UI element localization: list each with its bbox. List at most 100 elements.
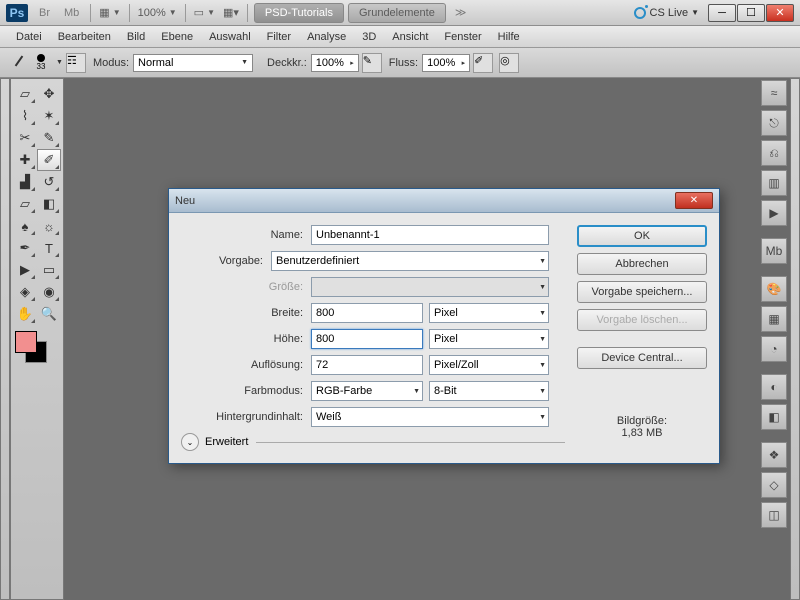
brush-tool[interactable]: ✐	[37, 149, 61, 171]
tools-panel: ▱✥ ⌇✶ ✂✎ ✚✐ ▟↺ ▱◧ ♠☼ ✒T ▶▭ ◈◉ ✋🔍	[10, 78, 64, 600]
advanced-toggle[interactable]: ⌄	[181, 433, 199, 451]
menu-filter[interactable]: Filter	[259, 29, 299, 45]
dialog-close-button[interactable]: ✕	[675, 192, 713, 209]
bridge-button[interactable]: Br	[33, 4, 56, 22]
dialog-title: Neu	[175, 195, 195, 207]
foreground-swatch[interactable]	[15, 331, 37, 353]
arrange-dropdown[interactable]: ▦▼	[95, 4, 124, 21]
masks-panel-icon[interactable]: ◐	[761, 374, 787, 400]
workspace-tab-grund[interactable]: Grundelemente	[348, 3, 446, 23]
blur-tool[interactable]: ♠	[13, 215, 37, 237]
actions-icon[interactable]: ▶	[761, 200, 787, 226]
menu-analyse[interactable]: Analyse	[299, 29, 354, 45]
bgcontent-select[interactable]: Weiß▼	[311, 407, 549, 427]
color-swatches[interactable]	[13, 331, 53, 371]
channels-panel-icon[interactable]: ◇	[761, 472, 787, 498]
crop-tool[interactable]: ✂	[13, 127, 37, 149]
height-input[interactable]	[311, 329, 423, 349]
brush-preset-picker[interactable]: 33	[32, 54, 50, 72]
width-input[interactable]	[311, 303, 423, 323]
separator	[90, 4, 91, 22]
cancel-button[interactable]: Abbrechen	[577, 253, 707, 275]
minibridge-button[interactable]: Mb	[58, 4, 85, 22]
3d-camera-tool[interactable]: ◉	[37, 281, 61, 303]
opacity-input[interactable]: 100%▸	[311, 54, 359, 72]
healing-tool[interactable]: ✚	[13, 149, 37, 171]
stamp-tool[interactable]: ▟	[13, 171, 37, 193]
history-brush-tool[interactable]: ↺	[37, 171, 61, 193]
more-workspaces[interactable]: ≫	[449, 3, 473, 22]
menu-auswahl[interactable]: Auswahl	[201, 29, 259, 45]
close-button[interactable]: ✕	[766, 4, 794, 22]
menu-ansicht[interactable]: Ansicht	[384, 29, 436, 45]
resolution-unit-select[interactable]: Pixel/Zoll▼	[429, 355, 549, 375]
divider	[256, 442, 565, 443]
ok-button[interactable]: OK	[577, 225, 707, 247]
flow-input[interactable]: 100%▸	[422, 54, 470, 72]
colormode-select[interactable]: RGB-Farbe▼	[311, 381, 423, 401]
gradient-tool[interactable]: ◧	[37, 193, 61, 215]
tool-preset-icon[interactable]	[8, 53, 28, 73]
workspace-tab-psd[interactable]: PSD-Tutorials	[254, 3, 344, 23]
minimize-button[interactable]: ─	[708, 4, 736, 22]
name-input[interactable]	[311, 225, 549, 245]
menu-bearbeiten[interactable]: Bearbeiten	[50, 29, 119, 45]
marquee-tool[interactable]: ✥	[37, 83, 61, 105]
screen-mode-dropdown[interactable]: ▭▼	[190, 4, 219, 21]
separator	[247, 4, 248, 22]
swatches-panel-icon[interactable]: ▦	[761, 306, 787, 332]
maximize-button[interactable]: ☐	[737, 4, 765, 22]
brush-panel-toggle[interactable]: ☶	[66, 53, 86, 73]
opacity-pressure-toggle[interactable]: ✎	[362, 53, 382, 73]
adjustments-panel-icon[interactable]: ◧	[761, 404, 787, 430]
width-unit-select[interactable]: Pixel▼	[429, 303, 549, 323]
brush-presets-icon[interactable]: ⎋	[761, 110, 787, 136]
blend-mode-select[interactable]: Normal▼	[133, 54, 253, 72]
tablet-pressure-toggle[interactable]: ◎	[499, 53, 519, 73]
extras-dropdown[interactable]: ▦▾	[219, 4, 243, 21]
separator	[129, 4, 130, 22]
path-select-tool[interactable]: ▶	[13, 259, 37, 281]
size-label: Größe:	[181, 281, 311, 293]
height-unit-select[interactable]: Pixel▼	[429, 329, 549, 349]
dialog-titlebar[interactable]: Neu ✕	[169, 189, 719, 213]
menu-3d[interactable]: 3D	[354, 29, 384, 45]
zoom-tool[interactable]: 🔍	[37, 303, 61, 325]
styles-panel-icon[interactable]: ◔	[761, 336, 787, 362]
clone-source-icon[interactable]: ⎌	[761, 140, 787, 166]
eyedropper-tool[interactable]: ✎	[37, 127, 61, 149]
resolution-input[interactable]	[311, 355, 423, 375]
menu-bild[interactable]: Bild	[119, 29, 153, 45]
save-preset-button[interactable]: Vorgabe speichern...	[577, 281, 707, 303]
imagesize-value: 1,83 MB	[577, 427, 707, 439]
minibridge-panel-icon[interactable]: Mb	[761, 238, 787, 264]
paths-panel-icon[interactable]: ◫	[761, 502, 787, 528]
menu-ebene[interactable]: Ebene	[153, 29, 201, 45]
type-tool[interactable]: T	[37, 237, 61, 259]
dodge-tool[interactable]: ☼	[37, 215, 61, 237]
menu-datei[interactable]: Datei	[8, 29, 50, 45]
eraser-tool[interactable]: ▱	[13, 193, 37, 215]
color-panel-icon[interactable]: 🎨	[761, 276, 787, 302]
move-tool[interactable]: ▱	[13, 83, 37, 105]
menu-bar: Datei Bearbeiten Bild Ebene Auswahl Filt…	[0, 26, 800, 48]
lasso-tool[interactable]: ⌇	[13, 105, 37, 127]
menu-hilfe[interactable]: Hilfe	[490, 29, 528, 45]
adjustments-icon[interactable]: ≈	[761, 80, 787, 106]
zoom-dropdown[interactable]: 100%▼	[134, 5, 181, 21]
hand-tool[interactable]: ✋	[13, 303, 37, 325]
device-central-button[interactable]: Device Central...	[577, 347, 707, 369]
bitdepth-select[interactable]: 8-Bit▼	[429, 381, 549, 401]
menu-fenster[interactable]: Fenster	[436, 29, 489, 45]
layers-panel-icon[interactable]: ❖	[761, 442, 787, 468]
airbrush-toggle[interactable]: ✐	[473, 53, 493, 73]
shape-tool[interactable]: ▭	[37, 259, 61, 281]
3d-tool[interactable]: ◈	[13, 281, 37, 303]
tool-presets-icon[interactable]: ▥	[761, 170, 787, 196]
cs-live-button[interactable]: CS Live▼	[634, 7, 699, 19]
pen-tool[interactable]: ✒	[13, 237, 37, 259]
dock-strip-right[interactable]	[790, 78, 800, 600]
dock-strip-left[interactable]	[0, 78, 10, 600]
wand-tool[interactable]: ✶	[37, 105, 61, 127]
preset-select[interactable]: Benutzerdefiniert▼	[271, 251, 549, 271]
